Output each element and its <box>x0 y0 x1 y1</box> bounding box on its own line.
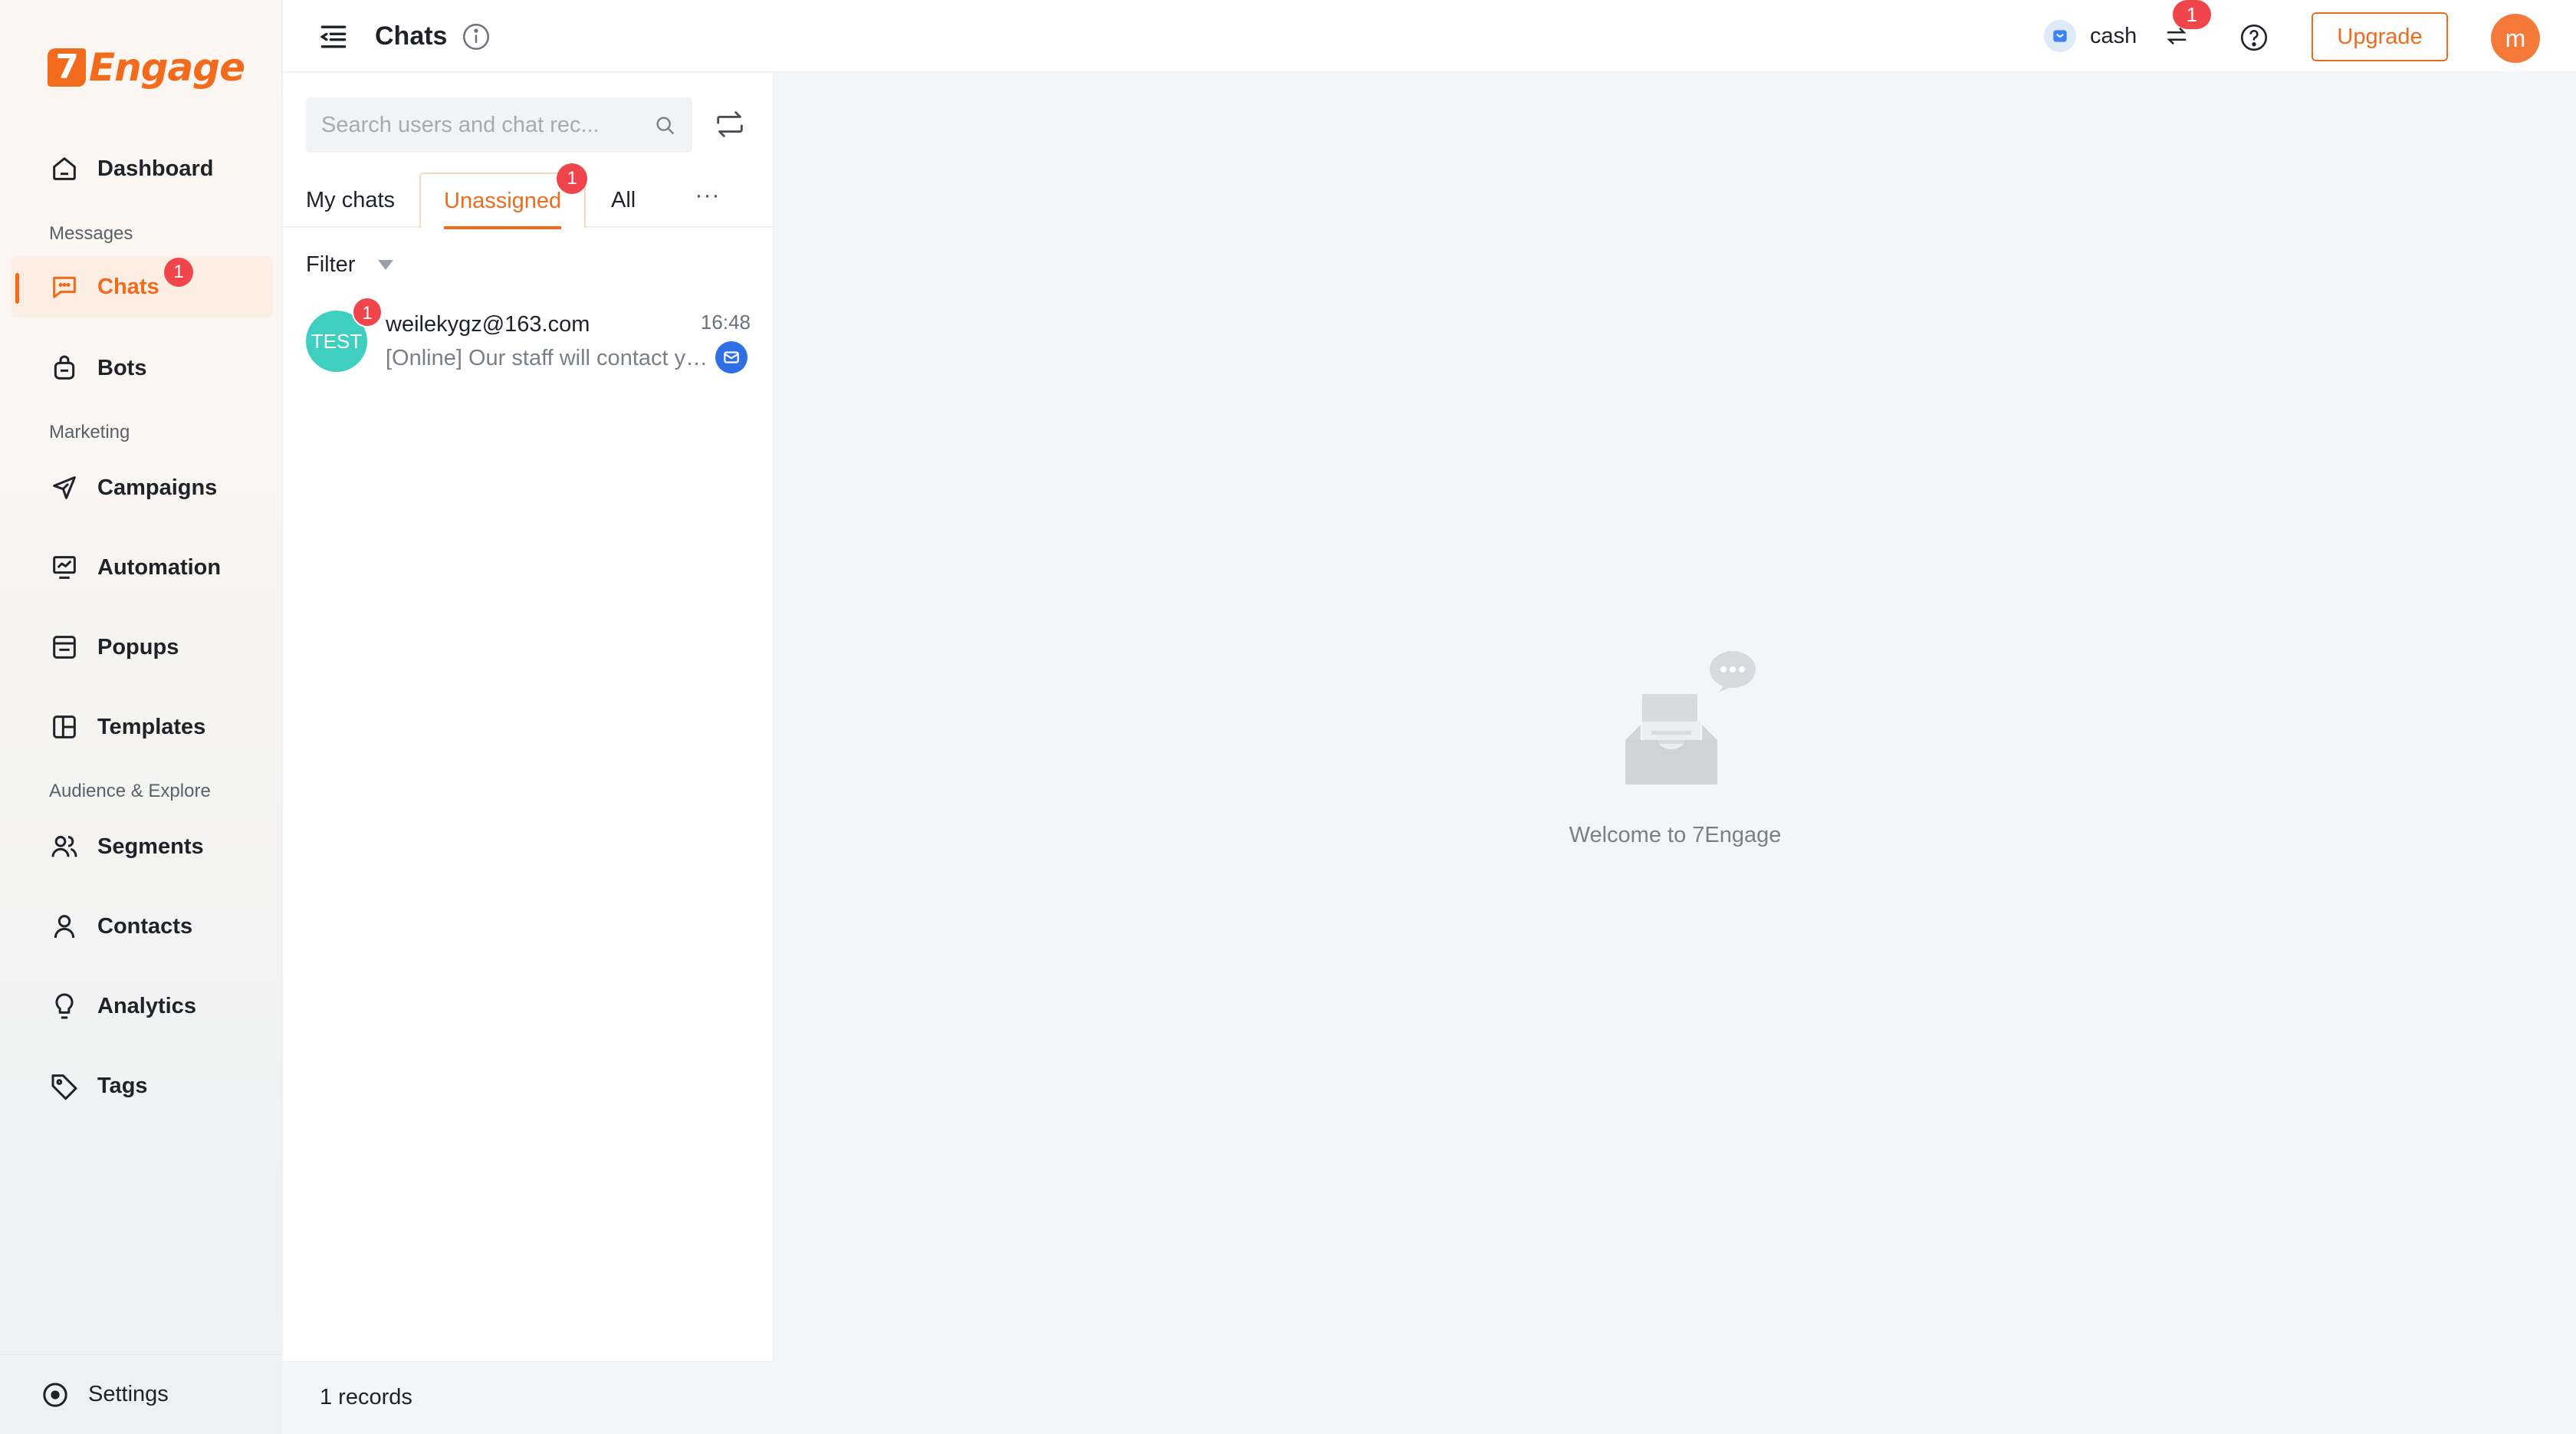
sidebar-item-campaigns[interactable]: Campaigns <box>11 457 273 518</box>
caret-down-icon <box>378 259 394 270</box>
sidebar-item-settings[interactable]: Settings <box>0 1354 282 1434</box>
contact-name: weilekygz@163.com <box>386 312 590 337</box>
sidebar-item-chats[interactable]: Chats 1 <box>11 256 273 317</box>
switch-badge: 1 <box>2173 0 2211 29</box>
page-title: Chats <box>375 21 448 51</box>
brand-logo[interactable]: 7 Engage <box>48 43 245 92</box>
bot-icon <box>49 353 80 383</box>
info-icon[interactable] <box>460 21 492 53</box>
top-bar: Chats cash 1 Upgrade m <box>283 0 2576 72</box>
user-icon <box>49 911 80 942</box>
unread-badge: 1 <box>352 297 383 327</box>
welcome-text: Welcome to 7Engage <box>1569 823 1782 847</box>
chat-list-panel: My chats Unassigned 1 All ··· Filter TES… <box>283 73 774 1434</box>
sidebar-item-label: Popups <box>97 634 179 659</box>
search-box <box>306 97 692 153</box>
section-label-marketing: Marketing <box>49 422 130 442</box>
unread-badge: 1 <box>164 258 193 287</box>
email-icon <box>715 341 748 373</box>
filter-dropdown[interactable]: Filter <box>306 249 394 280</box>
template-icon <box>49 712 80 742</box>
sidebar-item-label: Tags <box>97 1073 148 1098</box>
sidebar-item-label: Segments <box>97 834 204 859</box>
sidebar-item-label: Bots <box>97 355 147 380</box>
sidebar-item-templates[interactable]: Templates <box>11 696 273 758</box>
help-icon[interactable] <box>2238 21 2270 54</box>
sidebar-item-popups[interactable]: Popups <box>11 617 273 678</box>
settings-icon <box>40 1380 71 1410</box>
sidebar-item-label: Campaigns <box>97 475 218 500</box>
logo-text: Engage <box>89 45 245 90</box>
tab-unassigned[interactable]: Unassigned 1 <box>419 163 588 229</box>
sidebar-item-label: Contacts <box>97 913 193 939</box>
popup-icon <box>49 632 80 663</box>
sidebar-item-segments[interactable]: Segments <box>11 816 273 877</box>
send-icon <box>49 472 80 503</box>
collapse-menu-icon[interactable] <box>317 20 350 54</box>
section-label-audience: Audience & Explore <box>49 781 211 801</box>
message-preview: [Online] Our staff will contact you shor… <box>386 346 711 370</box>
tab-label: Unassigned <box>444 188 562 213</box>
search-icon[interactable] <box>652 113 677 137</box>
sidebar-item-bots[interactable]: Bots <box>11 337 273 399</box>
store-icon <box>2044 20 2076 52</box>
bulb-icon <box>49 991 80 1021</box>
store-selector[interactable]: cash <box>2044 18 2137 54</box>
message-time: 16:48 <box>700 311 751 334</box>
automation-icon <box>49 552 80 583</box>
user-avatar[interactable]: m <box>2491 14 2540 63</box>
sidebar-item-contacts[interactable]: Contacts <box>11 896 273 957</box>
sidebar-item-label: Templates <box>97 714 206 739</box>
search-input[interactable] <box>321 97 643 153</box>
more-icon[interactable]: ··· <box>688 173 727 228</box>
section-label-messages: Messages <box>49 223 133 244</box>
chat-list-item[interactable]: TEST 1 weilekygz@163.com 16:48 [Online] … <box>283 297 774 389</box>
chat-detail-area: Welcome to 7Engage <box>774 73 2576 1434</box>
filter-label: Filter <box>306 252 356 277</box>
tag-icon <box>49 1071 80 1101</box>
sidebar-item-label: Analytics <box>97 993 196 1018</box>
records-count: 1 records <box>320 1385 412 1409</box>
chat-icon <box>49 271 80 302</box>
sidebar-item-label: Automation <box>97 554 222 580</box>
tab-my-chats[interactable]: My chats <box>306 173 395 228</box>
store-name: cash <box>2090 23 2137 48</box>
sidebar-item-automation[interactable]: Automation <box>11 537 273 598</box>
sidebar-item-tags[interactable]: Tags <box>11 1055 273 1117</box>
refresh-icon[interactable] <box>712 107 748 142</box>
sidebar-item-label: Dashboard <box>97 156 214 181</box>
logo-mark: 7 <box>48 48 86 87</box>
users-icon <box>49 831 80 862</box>
home-icon <box>49 153 80 184</box>
sidebar-item-dashboard[interactable]: Dashboard <box>11 138 273 199</box>
sidebar-item-label: Chats <box>97 274 159 299</box>
empty-inbox-icon <box>1610 648 1763 801</box>
records-footer: 1 records <box>283 1361 774 1434</box>
settings-label: Settings <box>88 1382 169 1406</box>
upgrade-button[interactable]: Upgrade <box>2312 12 2448 61</box>
sidebar-item-analytics[interactable]: Analytics <box>11 975 273 1037</box>
tab-underline <box>444 226 562 229</box>
tab-badge: 1 <box>557 163 588 194</box>
tab-all[interactable]: All <box>611 173 636 228</box>
sidebar: 7 Engage Dashboard Messages Chats 1 Bots… <box>0 0 282 1434</box>
